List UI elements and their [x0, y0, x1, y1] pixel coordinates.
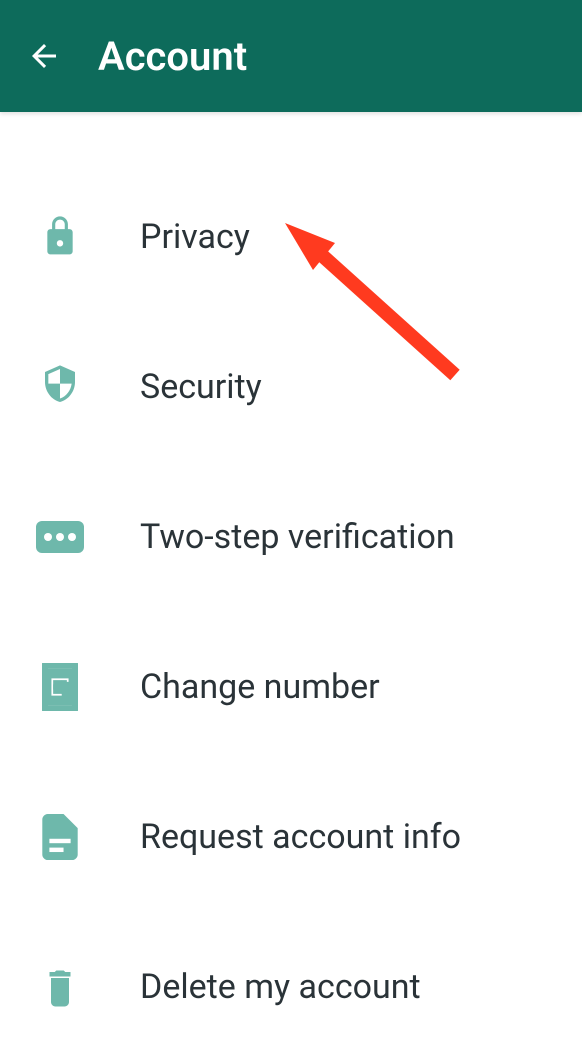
back-button[interactable]	[20, 32, 68, 80]
menu-item-security[interactable]: Security	[0, 312, 582, 462]
shield-icon	[30, 363, 90, 411]
trash-icon	[30, 965, 90, 1009]
menu-item-two-step[interactable]: Two-step verification	[0, 462, 582, 612]
lock-icon	[30, 213, 90, 261]
dots-icon	[30, 521, 90, 553]
account-menu-list: Privacy Security Two-step verification	[0, 112, 582, 1062]
menu-item-privacy[interactable]: Privacy	[0, 162, 582, 312]
menu-item-request-info[interactable]: Request account info	[0, 762, 582, 912]
menu-label: Security	[140, 367, 262, 407]
sim-icon	[30, 663, 90, 711]
menu-label: Change number	[140, 667, 380, 707]
menu-label: Request account info	[140, 817, 461, 857]
app-header: Account	[0, 0, 582, 112]
menu-label: Delete my account	[140, 967, 421, 1007]
back-arrow-icon	[26, 38, 62, 74]
document-icon	[30, 814, 90, 860]
menu-item-delete[interactable]: Delete my account	[0, 912, 582, 1062]
menu-item-change-number[interactable]: Change number	[0, 612, 582, 762]
menu-label: Privacy	[140, 217, 250, 257]
menu-label: Two-step verification	[140, 517, 455, 557]
page-title: Account	[98, 33, 247, 80]
